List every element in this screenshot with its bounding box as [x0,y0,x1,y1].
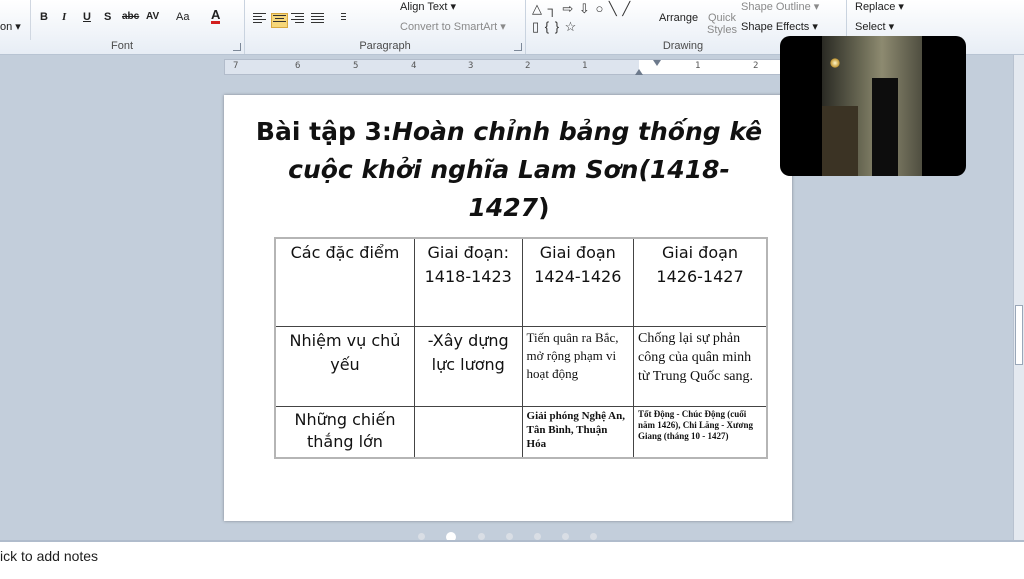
title-italic-line1: Hoàn chỉnh bảng thống kê [391,117,763,146]
horizontal-ruler[interactable]: 7 6 5 4 3 2 1 1 2 [224,59,798,75]
table-cell[interactable]: Các đặc điểm [274,237,415,327]
slide-dot[interactable] [562,533,569,540]
slide-canvas[interactable]: Bài tập 3:Hoàn chỉnh bảng thống kê cuộc … [224,95,792,521]
slide-dot[interactable] [418,533,425,540]
shadow-button[interactable]: abc [122,11,139,22]
font-color-button[interactable]: A [211,8,221,24]
ruler-number: 1 [582,61,588,71]
webcam-overlay [780,36,966,176]
vertical-scrollbar[interactable] [1013,55,1024,540]
table-cell[interactable]: Giải phóng Nghệ An, Tân Bình, Thuận Hóa [521,405,635,459]
arrange-button[interactable]: Arrange [659,12,698,24]
columns-icon[interactable] [341,13,354,24]
slide-dot[interactable] [590,533,597,540]
slide-dot[interactable] [534,533,541,540]
ruler-number: 5 [353,61,359,71]
convert-smartart-button[interactable]: Convert to SmartArt ▾ [400,20,506,33]
table-cell[interactable]: Giai đoạn 1424-1426 [521,237,635,327]
ruler-number: 3 [468,61,474,71]
table-cell[interactable]: Những chiến thắng lớn [274,405,415,459]
notes-placeholder[interactable]: ick to add notes [0,548,98,564]
table-header-row: Các đặc điểm Giai đoạn: 1418-1423 Giai đ… [274,237,768,327]
justify-icon[interactable] [311,13,324,24]
slide-dot[interactable] [506,533,513,540]
table-cell[interactable]: Nhiệm vụ chủ yếu [274,325,415,407]
ruler-margin-area [225,60,639,74]
table-cell[interactable]: Chống lại sự phản công của quân minh từ … [633,325,768,407]
shapes-gallery[interactable]: △ ┐ ⇨ ⇩ ○ ╲ ╱ ▯ { } ☆ [532,0,642,38]
webcam-doorway [872,78,898,176]
italic-button[interactable]: I [62,11,66,23]
character-spacing-button[interactable]: AV [146,11,159,22]
table-row: Những chiến thắng lớn Giải phóng Nghệ An… [274,405,768,459]
ruler-number: 2 [525,61,531,71]
shape-effects-button[interactable]: Shape Effects ▾ [741,20,818,33]
align-text-button[interactable]: Align Text ▾ [400,0,456,13]
replace-button[interactable]: Replace ▾ [855,0,904,13]
font-size-dropdown[interactable]: on ▾ [0,20,21,33]
underline-button[interactable]: U [83,11,91,23]
align-center-icon[interactable] [271,13,288,28]
table-cell[interactable]: -Xây dựng lực lương [413,325,523,407]
table-cell[interactable]: Giai đoạn 1426-1427 [633,237,768,327]
align-left-icon[interactable] [253,13,266,24]
indent-marker-icon[interactable] [635,69,643,75]
scrollbar-thumb[interactable] [1015,305,1023,365]
notes-pane[interactable]: ick to add notes [0,540,1024,579]
paragraph-group-label: Paragraph [359,40,411,52]
ruler-number: 4 [411,61,417,71]
webcam-furniture [822,106,858,176]
slide-dot[interactable] [478,533,485,540]
webcam-scene [822,36,922,176]
shape-outline-button[interactable]: Shape Outline ▾ [741,0,819,13]
ruler-number: 6 [295,61,301,71]
paragraph-group: Align Text ▾ Convert to SmartArt ▾ Parag… [245,0,526,54]
webcam-lamp [830,58,840,68]
table-row: Nhiệm vụ chủ yếu -Xây dựng lực lương Tiế… [274,325,768,407]
title-close-paren: ) [538,193,550,222]
quick-styles-button[interactable]: Quick Styles [704,12,740,36]
table-cell[interactable]: Tiến quân ra Bắc, mở rộng phạm vi hoạt đ… [521,325,635,407]
ruler-number: 1 [695,61,701,71]
first-line-indent-icon[interactable] [653,60,661,66]
paragraph-dialog-launcher-icon[interactable] [514,43,522,51]
bold-button[interactable]: B [40,11,48,23]
change-case-button[interactable]: Aa [176,11,189,23]
statistics-table[interactable]: Các đặc điểm Giai đoạn: 1418-1423 Giai đ… [274,237,768,459]
table-cell[interactable]: Giai đoạn: 1418-1423 [413,237,523,327]
table-cell[interactable] [413,405,523,459]
table-cell[interactable]: Tốt Động - Chúc Động (cuối năm 1426), Ch… [633,405,768,459]
ruler-number: 7 [233,61,239,71]
title-italic-line2: cuộc khởi nghĩa Lam Sơn(1418-1427 [288,155,730,222]
strikethrough-button[interactable]: S [104,11,111,23]
font-group: on ▾ B I U S abc AV Aa A Font [0,0,245,54]
ruler-number: 2 [753,61,759,71]
title-plain-text: Bài tập 3: [255,117,392,146]
slide-title[interactable]: Bài tập 3:Hoàn chỉnh bảng thống kê cuộc … [254,113,764,227]
font-dialog-launcher-icon[interactable] [233,43,241,51]
select-button[interactable]: Select ▾ [855,20,894,33]
font-group-label: Font [110,40,133,52]
align-right-icon[interactable] [291,13,304,24]
